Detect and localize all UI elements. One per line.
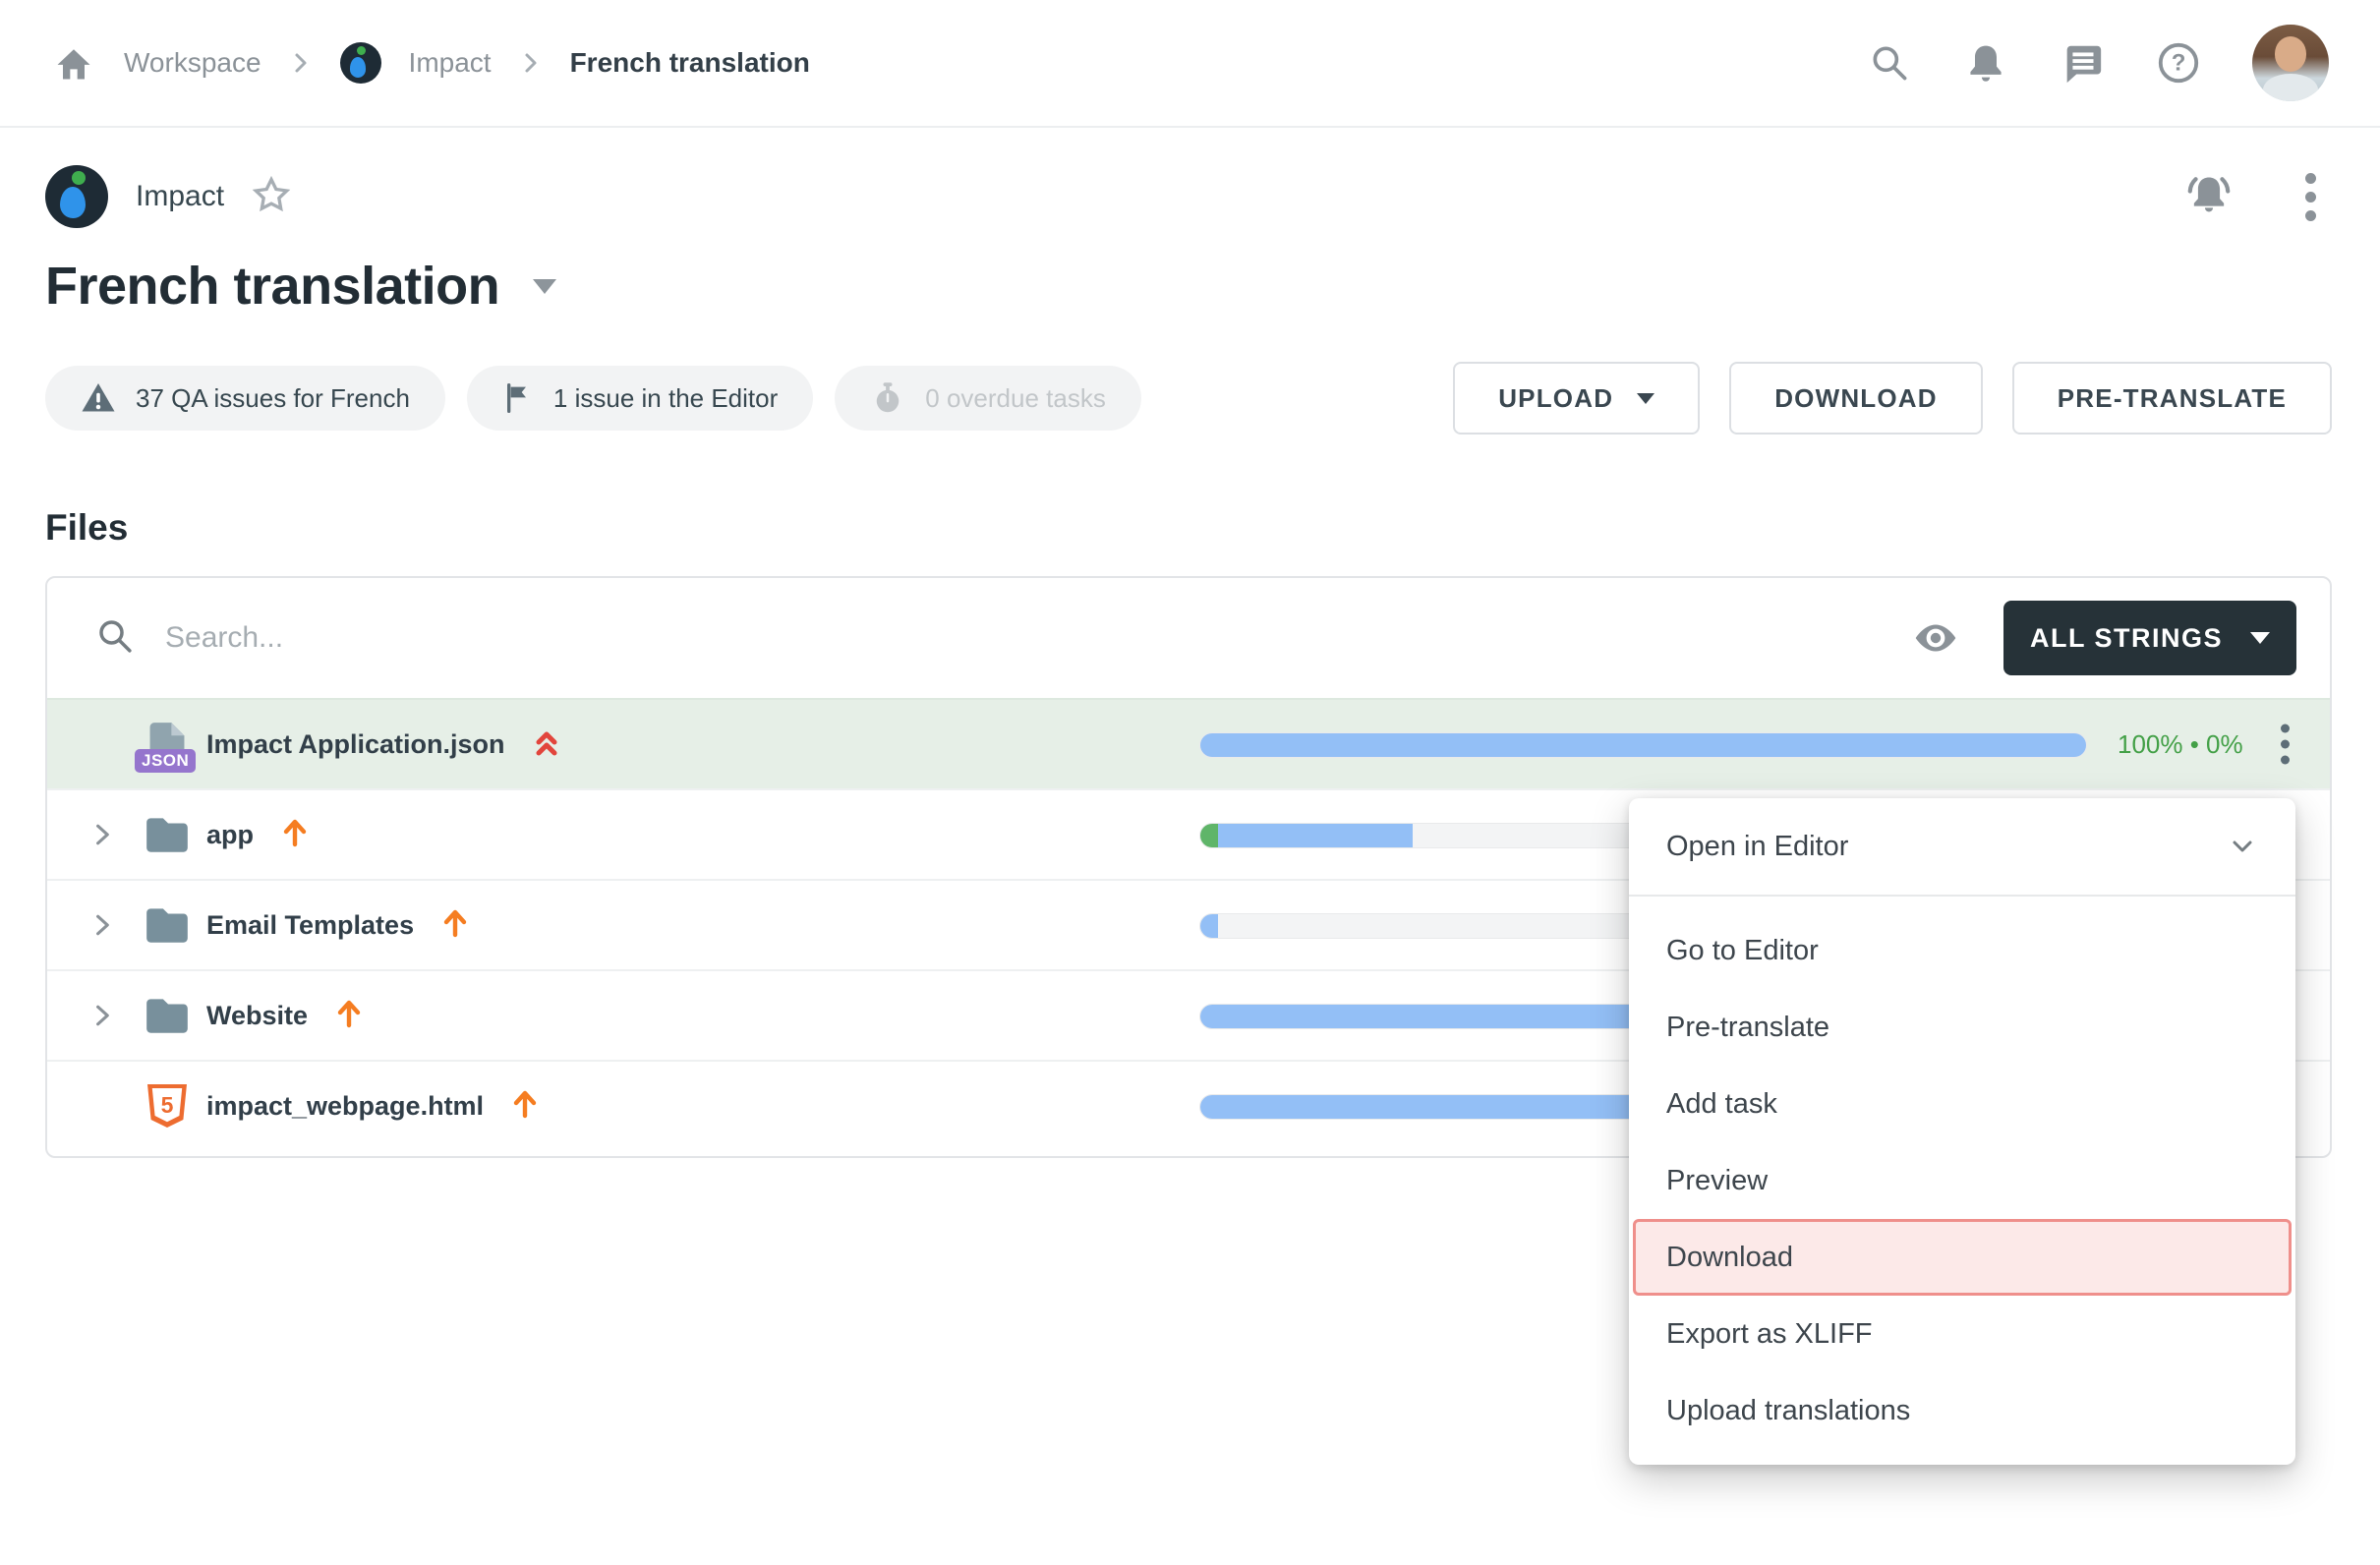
download-button[interactable]: DOWNLOAD — [1729, 362, 1983, 435]
folder-name: app — [206, 820, 254, 850]
priority-high-icon — [279, 816, 311, 854]
messages-chat-icon[interactable] — [2060, 40, 2105, 86]
files-section-title: Files — [45, 507, 2332, 549]
menu-item-pre-translate[interactable]: Pre-translate — [1629, 989, 2295, 1066]
editor-issues-chip[interactable]: 1 issue in the Editor — [467, 366, 813, 431]
files-toolbar: ALL STRINGS — [47, 578, 2330, 698]
overdue-tasks-chip[interactable]: 0 overdue tasks — [835, 366, 1141, 431]
folder-name: Website — [206, 1001, 308, 1031]
page-title: French translation — [45, 256, 499, 317]
expand-chevron-icon[interactable] — [83, 881, 122, 969]
menu-item-go-to-editor[interactable]: Go to Editor — [1629, 912, 2295, 989]
json-file-icon: JSON — [140, 700, 195, 788]
chevron-right-icon — [289, 51, 313, 75]
priority-high-icon — [509, 1087, 541, 1126]
help-icon[interactable]: ? — [2156, 40, 2201, 86]
breadcrumb: Workspace Impact French translation — [51, 40, 810, 86]
menu-item-preview[interactable]: Preview — [1629, 1142, 2295, 1219]
flag-icon — [502, 382, 534, 414]
menu-item-export-as-xliff[interactable]: Export as XLIFF — [1629, 1296, 2295, 1372]
chevron-down-icon — [1637, 393, 1654, 404]
search-icon[interactable] — [1867, 40, 1912, 86]
files-search-input[interactable] — [165, 621, 1911, 655]
html-file-icon: 5 — [140, 1062, 195, 1150]
breadcrumb-current-page: French translation — [570, 47, 810, 79]
file-name: impact_webpage.html — [206, 1091, 484, 1122]
chevron-down-icon — [2227, 831, 2258, 862]
file-row-impact-application-json[interactable]: JSON Impact Application.json 100% • 0% — [47, 698, 2330, 788]
breadcrumb-project[interactable]: Impact — [409, 47, 492, 79]
warning-icon — [81, 380, 116, 416]
breadcrumb-workspace[interactable]: Workspace — [124, 47, 261, 79]
pre-translate-button[interactable]: PRE-TRANSLATE — [2012, 362, 2332, 435]
top-navigation-bar: Workspace Impact French translation ? — [0, 0, 2380, 128]
qa-issues-chip[interactable]: 37 QA issues for French — [45, 366, 445, 431]
translation-stats: 100% • 0% — [2118, 700, 2243, 788]
folder-icon — [140, 881, 195, 969]
project-logo — [45, 165, 108, 228]
menu-item-upload-translations[interactable]: Upload translations — [1629, 1372, 2295, 1449]
folder-icon — [140, 790, 195, 879]
project-logo-icon — [340, 42, 381, 84]
stopwatch-icon — [870, 380, 905, 416]
svg-text:?: ? — [2172, 50, 2186, 77]
svg-text:5: 5 — [161, 1092, 174, 1118]
menu-item-open-in-editor[interactable]: Open in Editor — [1629, 798, 2295, 897]
notifications-bell-icon[interactable] — [1963, 40, 2008, 86]
search-icon — [94, 615, 136, 662]
row-more-options-kebab-icon[interactable] — [2281, 718, 2290, 772]
menu-item-add-task[interactable]: Add task — [1629, 1066, 2295, 1142]
chevron-down-icon — [2250, 632, 2270, 644]
menu-item-download[interactable]: Download — [1633, 1219, 2292, 1296]
translation-progress-bar — [1199, 732, 2087, 758]
project-more-options-kebab-icon[interactable] — [2305, 173, 2316, 221]
expand-chevron-icon[interactable] — [83, 790, 122, 879]
home-icon[interactable] — [51, 40, 96, 86]
folder-name: Email Templates — [206, 910, 414, 941]
visibility-eye-icon[interactable] — [1911, 613, 1960, 663]
title-dropdown-caret-icon[interactable] — [533, 279, 556, 294]
user-avatar[interactable] — [2252, 25, 2329, 101]
file-name: Impact Application.json — [206, 729, 505, 760]
expand-chevron-icon[interactable] — [83, 971, 122, 1060]
upload-button[interactable]: UPLOAD — [1453, 362, 1700, 435]
chevron-right-icon — [519, 51, 543, 75]
project-notifications-bell-icon[interactable] — [2181, 167, 2236, 227]
folder-icon — [140, 971, 195, 1060]
priority-high-icon — [439, 906, 471, 945]
priority-highest-icon — [531, 725, 562, 764]
project-name: Impact — [136, 180, 224, 213]
favorite-star-icon[interactable] — [252, 175, 291, 219]
file-context-menu: Open in Editor Go to Editor Pre-translat… — [1629, 798, 2295, 1465]
strings-filter-button[interactable]: ALL STRINGS — [2003, 601, 2296, 675]
priority-high-icon — [333, 997, 365, 1035]
